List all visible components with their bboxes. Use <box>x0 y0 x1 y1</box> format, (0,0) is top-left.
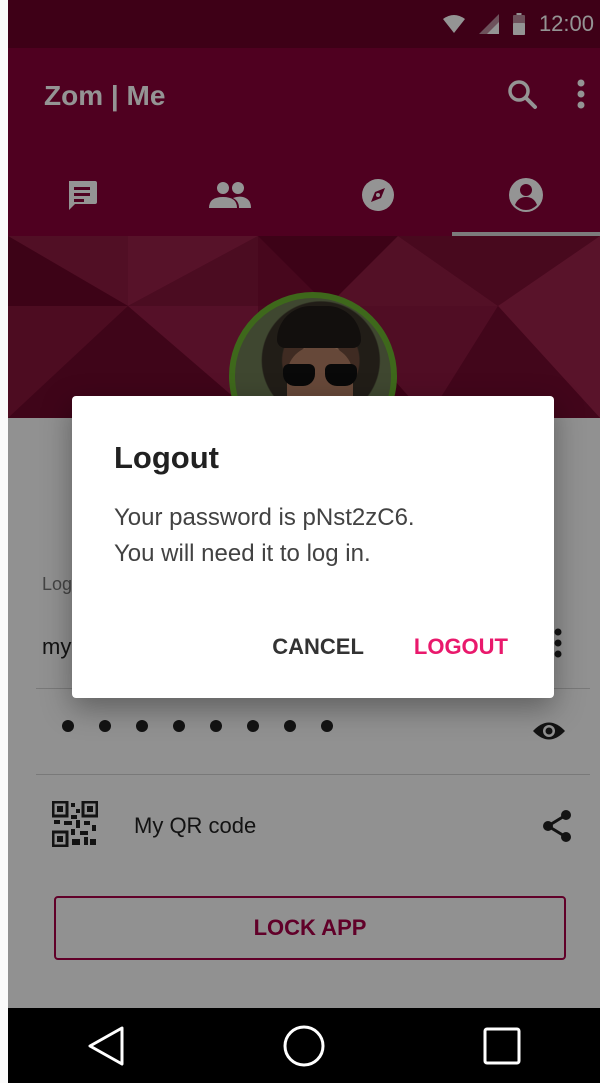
logout-dialog: Logout Your password is pNst2zC6. You wi… <box>72 396 554 698</box>
dialog-title: Logout <box>114 440 220 475</box>
recents-icon[interactable] <box>482 1026 522 1066</box>
cancel-button[interactable]: CANCEL <box>272 634 364 660</box>
home-icon[interactable] <box>282 1024 326 1068</box>
system-nav-bar <box>8 1008 600 1083</box>
dialog-actions: CANCEL LOGOUT <box>222 634 508 660</box>
back-icon[interactable] <box>86 1024 126 1068</box>
dialog-message: Your password is pNst2zC6. You will need… <box>114 504 415 567</box>
logout-button[interactable]: LOGOUT <box>414 634 508 660</box>
